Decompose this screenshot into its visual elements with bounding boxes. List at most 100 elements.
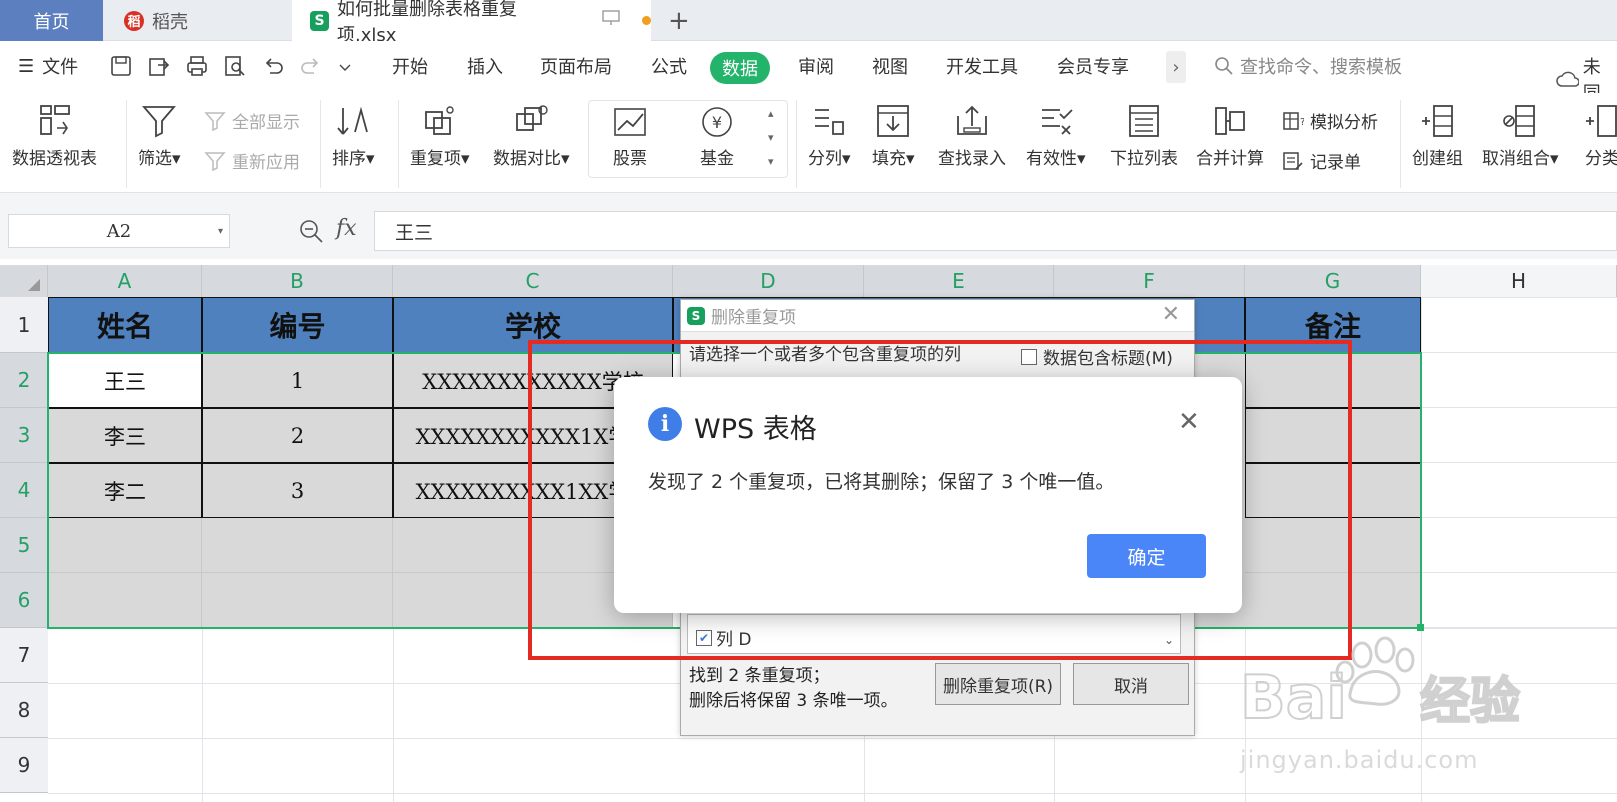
export-icon[interactable] — [148, 55, 170, 77]
row-header-8[interactable]: 8 — [0, 683, 48, 738]
delete-duplicates-button[interactable]: 删除重复项(R) — [935, 663, 1061, 705]
show-all-button[interactable]: 全部显示 — [204, 108, 300, 133]
fund-button[interactable]: ¥ 基金 — [699, 106, 735, 169]
gallery-scroll-icon[interactable]: ▴ ▾ ▾ — [768, 102, 774, 174]
columns-list[interactable]: ✔ 列 D ⌄ — [687, 614, 1181, 654]
column-header-e[interactable]: E — [864, 265, 1054, 297]
cell-b1[interactable]: 编号 — [202, 297, 393, 353]
cell-b6[interactable] — [202, 573, 393, 628]
close-icon[interactable]: ✕ — [1162, 302, 1180, 327]
tab-daoke[interactable]: 稻稻壳 — [106, 0, 290, 41]
print-icon[interactable] — [186, 55, 208, 77]
cell-a5[interactable] — [48, 518, 202, 573]
column-d-option[interactable]: ✔ 列 D — [696, 625, 752, 650]
fx-icon[interactable]: fx — [336, 216, 357, 241]
zoom-formula-icon[interactable] — [298, 218, 324, 248]
cancel-button[interactable]: 取消 — [1073, 663, 1189, 705]
split-column-button[interactable]: 分列▾ — [808, 104, 851, 169]
cell-g5[interactable] — [1245, 518, 1421, 573]
name-box[interactable]: A2 ▾ — [8, 214, 230, 248]
header-checkbox[interactable]: 数据包含标题(M) — [1021, 344, 1173, 369]
subtotal-button[interactable]: 分类 — [1584, 104, 1617, 169]
cell-g2[interactable] — [1245, 353, 1421, 408]
cell-b5[interactable] — [202, 518, 393, 573]
column-header-a[interactable]: A — [48, 265, 202, 297]
dropdown-list-button[interactable]: 下拉列表 — [1110, 104, 1178, 169]
redo-icon[interactable] — [300, 55, 322, 77]
validity-button[interactable]: 有效性▾ — [1026, 104, 1086, 169]
record-form-button[interactable]: 记录单 — [1282, 148, 1361, 173]
data-compare-button[interactable]: 数据对比▾ — [493, 104, 570, 169]
column-header-h[interactable]: H — [1421, 265, 1617, 297]
column-header-g[interactable]: G — [1245, 265, 1421, 297]
stocks-button[interactable]: 股票 — [612, 106, 648, 169]
menu-tab-developer[interactable]: 开发工具 — [946, 53, 1018, 79]
cell-g3[interactable] — [1245, 408, 1421, 463]
row-header-6[interactable]: 6 — [0, 573, 48, 628]
duplicates-button[interactable]: 重复项▾ — [410, 104, 470, 169]
list-scroll-down-icon[interactable]: ⌄ — [1164, 633, 1174, 647]
checked-icon: ✔ — [696, 629, 712, 646]
menu-tab-member[interactable]: 会员专享 — [1057, 53, 1129, 79]
data-compare-label: 数据对比 — [493, 149, 561, 169]
cell-a2[interactable]: 王三 — [48, 353, 202, 408]
cell-b3[interactable]: 2 — [202, 408, 393, 463]
row-header-2[interactable]: 2 — [0, 353, 48, 408]
menu-tab-data[interactable]: 数据 — [710, 52, 770, 84]
reapply-button[interactable]: 重新应用 — [204, 148, 300, 173]
sort-button[interactable]: 排序▾ — [332, 104, 375, 169]
menu-tab-formula[interactable]: 公式 — [651, 53, 687, 79]
ok-button[interactable]: 确定 — [1087, 534, 1206, 578]
cell-c1[interactable]: 学校 — [393, 297, 673, 353]
menu-more-icon[interactable]: › — [1166, 51, 1186, 83]
cell-a1[interactable]: 姓名 — [48, 297, 202, 353]
column-header-d[interactable]: D — [673, 265, 864, 297]
row-header-1[interactable]: 1 — [0, 297, 48, 353]
spreadsheet-icon: S — [687, 306, 705, 325]
select-all-corner[interactable] — [0, 265, 48, 297]
monitor-icon[interactable] — [602, 10, 621, 31]
row-header-3[interactable]: 3 — [0, 408, 48, 463]
menu-tab-start[interactable]: 开始 — [392, 53, 428, 79]
tab-home[interactable]: 首页 — [0, 0, 103, 41]
fill-handle[interactable] — [1417, 624, 1424, 631]
cell-g4[interactable] — [1245, 463, 1421, 518]
menu-tab-layout[interactable]: 页面布局 — [540, 53, 612, 79]
create-group-button[interactable]: 创建组 — [1412, 104, 1463, 169]
cell-g1[interactable]: 备注 — [1245, 297, 1421, 353]
command-search[interactable]: 查找命令、搜索模板 — [1214, 53, 1402, 79]
save-icon[interactable] — [110, 55, 132, 77]
ungroup-button[interactable]: 取消组合▾ — [1482, 104, 1559, 169]
close-icon[interactable]: ✕ — [1178, 407, 1200, 437]
filter-button[interactable]: 筛选▾ — [138, 104, 181, 169]
column-header-b[interactable]: B — [202, 265, 393, 297]
row-header-4[interactable]: 4 — [0, 463, 48, 518]
row-header-9[interactable]: 9 — [0, 738, 48, 793]
fill-button[interactable]: 填充▾ — [872, 104, 915, 169]
cell-a3[interactable]: 李三 — [48, 408, 202, 463]
menu-tab-insert[interactable]: 插入 — [467, 53, 503, 79]
column-header-f[interactable]: F — [1054, 265, 1245, 297]
column-header-c[interactable]: C — [393, 265, 673, 297]
lookup-entry-button[interactable]: 查找录入 — [938, 104, 1006, 169]
new-tab-icon[interactable]: + — [668, 6, 690, 36]
what-if-analysis-button[interactable]: ? 模拟分析 — [1282, 108, 1378, 133]
consolidate-button[interactable]: 合并计算 — [1196, 104, 1264, 169]
cell-b2[interactable]: 1 — [202, 353, 393, 408]
cell-b4[interactable]: 3 — [202, 463, 393, 518]
row-header-5[interactable]: 5 — [0, 518, 48, 573]
row-header-7[interactable]: 7 — [0, 628, 48, 683]
file-menu[interactable]: ☰ 文件 — [18, 53, 78, 79]
qat-dropdown-icon[interactable] — [338, 55, 352, 77]
formula-input[interactable]: 王三 — [374, 211, 1617, 251]
menu-tab-review[interactable]: 审阅 — [798, 53, 834, 79]
undo-icon[interactable] — [262, 55, 284, 77]
name-box-dropdown-icon[interactable]: ▾ — [218, 226, 223, 237]
cell-g6[interactable] — [1245, 573, 1421, 628]
menu-tab-view[interactable]: 视图 — [872, 53, 908, 79]
tab-file[interactable]: S 如何批量删除表格重复项.xlsx — [292, 0, 651, 46]
cell-a4[interactable]: 李二 — [48, 463, 202, 518]
print-preview-icon[interactable] — [224, 55, 246, 77]
cell-a6[interactable] — [48, 573, 202, 628]
pivot-table-button[interactable]: 数据透视表 — [12, 104, 97, 169]
